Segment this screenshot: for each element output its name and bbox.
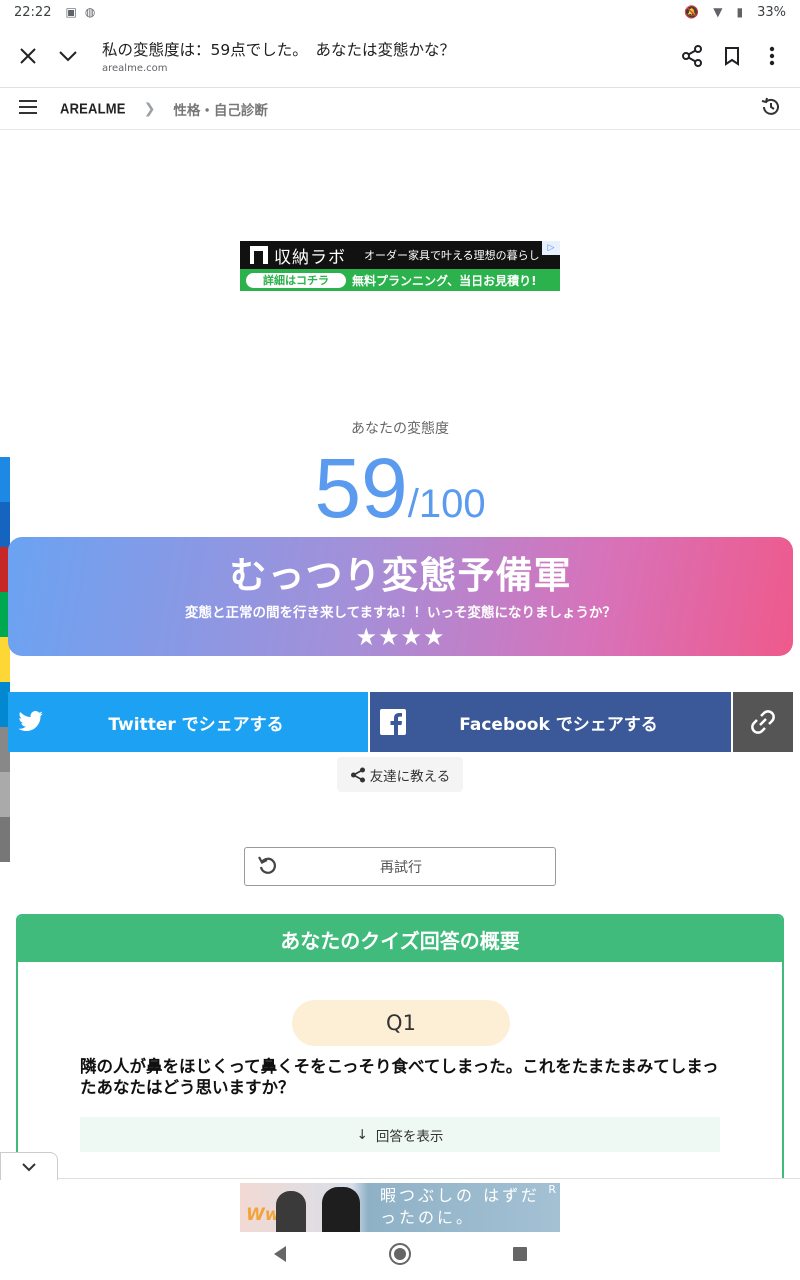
bottom-ad-banner[interactable]: Ww 暇つぶしの はずだったのに。 R [240, 1183, 560, 1233]
retry-button[interactable]: 再試行 [244, 847, 556, 886]
show-answer-button[interactable]: ↓ 回答を表示 [80, 1117, 720, 1152]
ad-promo: 無料プランニング、当日お見積り! [352, 273, 537, 288]
facebook-share-label: Facebook でシェアする [459, 714, 658, 735]
chevron-down-icon [22, 1162, 36, 1171]
history-icon [761, 97, 779, 115]
more-vert-icon [769, 46, 775, 65]
tell-friends-button[interactable]: 友達に教える [337, 757, 463, 792]
status-bar: 22:22 ▣ ◍ 🔕 ▼ ▮ 33% [0, 0, 800, 24]
ad-brand: 収納ラボ [274, 247, 346, 268]
ad-tagline: オーダー家具で叶える理想の暮らし [364, 249, 540, 262]
back-icon [274, 1246, 286, 1262]
top-ad-banner[interactable]: 収納ラボ オーダー家具で叶える理想の暮らし ▷ 詳細はコチラ 無料プランニング、… [240, 241, 560, 291]
down-arrow-icon: ↓ [356, 1126, 368, 1143]
adchoices-icon[interactable]: ▷ [542, 241, 560, 255]
facebook-icon [380, 709, 406, 735]
status-right: 🔕 ▼ ▮ 33% [684, 5, 786, 20]
result-stars: ★★★★ [355, 623, 446, 651]
twitter-share-label: Twitter でシェアする [108, 714, 284, 735]
ad-logo-icon [250, 246, 268, 264]
share-icon [682, 44, 702, 67]
show-answer-label: 回答を表示 [375, 1128, 444, 1145]
ad-cta-button[interactable]: 詳細はコチラ [246, 272, 346, 288]
mute-icon: 🔕 [684, 5, 700, 19]
site-logo[interactable]: AREALME [60, 100, 126, 117]
score-value: 59 [314, 441, 408, 535]
top-ad-row: 収納ラボ オーダー家具で叶える理想の暮らし ▷ [240, 241, 560, 269]
home-button[interactable] [388, 1242, 412, 1270]
close-button[interactable] [8, 36, 48, 76]
result-banner: むっつり変態予備軍 変態と正常の間を行き来してますね！！いっそ変態になりましょう… [8, 537, 793, 656]
score-max: /100 [407, 482, 486, 526]
facebook-share-button[interactable]: Facebook でシェアする [370, 692, 731, 752]
breadcrumb-chevron-icon: ❯ [143, 100, 156, 117]
share-nodes-icon [350, 767, 365, 782]
link-icon [751, 710, 775, 734]
ad-person-image [322, 1187, 360, 1233]
breadcrumb-category[interactable]: 性格・自己診断 [173, 99, 268, 119]
bookmark-button[interactable] [712, 36, 752, 76]
page-domain: arealme.com [102, 62, 168, 74]
minimize-button[interactable] [48, 36, 88, 76]
share-button[interactable] [672, 36, 712, 76]
copy-link-button[interactable] [733, 692, 793, 752]
recents-button[interactable] [512, 1246, 528, 1266]
menu-button[interactable] [18, 99, 40, 119]
close-icon [20, 47, 36, 64]
score-label: あなたの変態度 [351, 421, 449, 437]
retry-label: 再試行 [380, 859, 422, 876]
collapse-ad-button[interactable] [0, 1152, 58, 1180]
status-time: 22:22 [14, 4, 52, 20]
more-button[interactable] [752, 36, 792, 76]
ad-person-image [276, 1191, 306, 1233]
summary-heading: あなたのクイズ回答の概要 [18, 916, 782, 962]
retry-icon [257, 854, 281, 880]
toolbar-actions [672, 36, 792, 76]
menu-icon [19, 99, 37, 114]
back-button[interactable] [272, 1245, 288, 1267]
home-icon [389, 1243, 411, 1265]
battery-percent: 33% [757, 4, 786, 20]
image-notification-icon: ▣ [65, 5, 77, 19]
question-text: 隣の人が鼻をほじくって鼻くそをこっそり食べてしまった。これをたまたまみてしまった… [80, 1057, 719, 1097]
question-number-badge: Q1 [292, 1000, 510, 1046]
result-subtitle: 変態と正常の間を行き来してますね！！いっそ変態になりましょうか？ [185, 605, 616, 621]
ad-info-badge[interactable]: R [548, 1183, 556, 1196]
site-nav: AREALME ❯ 性格・自己診断 [0, 88, 800, 130]
browser-toolbar: 私の変態度は：59点でした。 あなたは変態かな？ arealme.com [0, 24, 800, 88]
bottom-ad-copy: 暇つぶしの はずだったのに。 [380, 1186, 540, 1227]
top-ad-cta-row: 詳細はコチラ 無料プランニング、当日お見積り! [240, 269, 560, 291]
page-title: 私の変態度は：59点でした。 あなたは変態かな？ [102, 40, 455, 59]
bookmark-icon [725, 46, 739, 66]
twitter-icon [18, 709, 44, 735]
battery-icon: ▮ [736, 5, 744, 19]
history-button[interactable] [760, 96, 782, 122]
wifi-icon: ▼ [713, 5, 723, 19]
twitter-share-button[interactable]: Twitter でシェアする [8, 692, 368, 752]
chevron-down-icon [59, 50, 77, 61]
result-title: むっつり変態予備軍 [229, 554, 572, 597]
score-display: 59/100 [0, 440, 800, 537]
tell-friends-label: 友達に教える [369, 768, 451, 785]
system-nav-bar [0, 1232, 800, 1280]
recents-icon [513, 1247, 527, 1261]
page-title-box: 私の変態度は：59点でした。 あなたは変態かな？ arealme.com [102, 38, 672, 74]
sync-notification-icon: ◍ [84, 5, 96, 19]
